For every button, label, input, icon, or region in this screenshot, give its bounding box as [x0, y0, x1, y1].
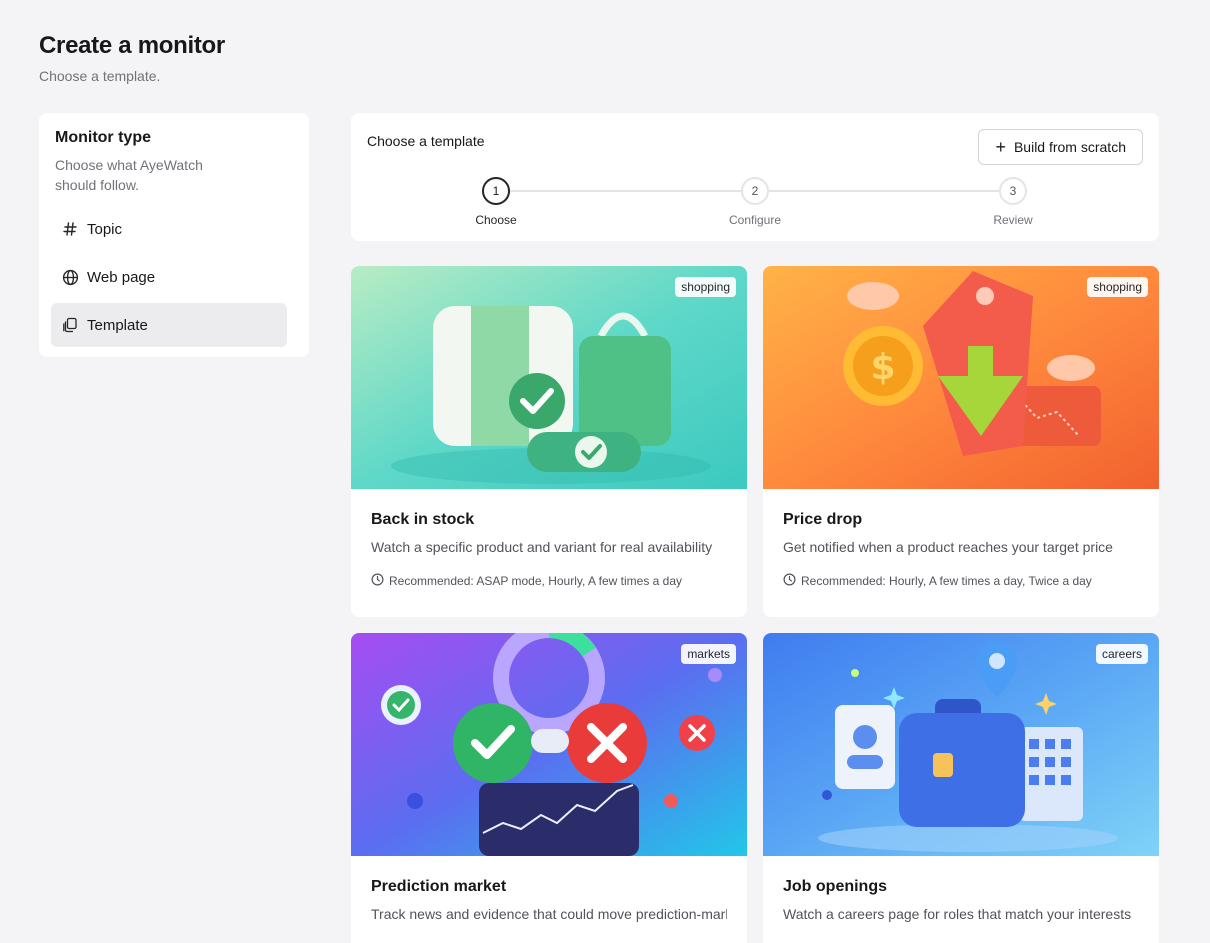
- step-review[interactable]: 3 Review: [963, 177, 1063, 227]
- step-configure[interactable]: 2 Configure: [705, 177, 805, 227]
- card-tag: shopping: [675, 277, 736, 297]
- sidebar-list: Topic Web page Template: [51, 207, 293, 347]
- sidebar-item-label: Template: [87, 316, 148, 334]
- sidebar-item-label: Topic: [87, 220, 123, 238]
- step-number: 1: [482, 177, 510, 205]
- card-tag: careers: [1095, 644, 1148, 664]
- monitor-type-sidebar: Monitor type Choose what AyeWatch should…: [39, 113, 309, 357]
- card-description: Track news and evidence that could move …: [371, 906, 727, 922]
- clock-icon: [783, 573, 796, 589]
- template-card-back-in-stock[interactable]: shopping Back in stock Watch a specific …: [351, 266, 747, 617]
- build-button-label: Build from scratch: [1013, 139, 1126, 155]
- prediction-market-illustration: markets: [351, 633, 747, 856]
- template-card-job-openings[interactable]: careers Job openings Watch a careers pag…: [763, 633, 1159, 943]
- sidebar-item-template[interactable]: Template: [51, 303, 287, 347]
- recommendation-text: Recommended: Hourly, A few times a day, …: [801, 574, 1092, 588]
- card-recommendation: Recommended: ASAP mode, Hourly, A few ti…: [371, 573, 727, 589]
- sidebar-item-topic[interactable]: Topic: [51, 207, 287, 251]
- page-subtitle: Choose a template.: [39, 68, 161, 84]
- sidebar-title: Monitor type: [55, 129, 151, 146]
- step-number: 3: [999, 177, 1027, 205]
- recommendation-text: Recommended: ASAP mode, Hourly, A few ti…: [389, 574, 683, 588]
- plus-icon: +: [995, 137, 1006, 157]
- sidebar-item-web-page[interactable]: Web page: [51, 255, 287, 299]
- card-title: Job openings: [783, 878, 887, 895]
- card-title: Price drop: [783, 511, 863, 528]
- card-recommendation: Recommended: Hourly, A few times a day, …: [783, 573, 1139, 589]
- build-from-scratch-button[interactable]: + Build from scratch: [978, 129, 1143, 165]
- card-tag: markets: [681, 644, 736, 664]
- template-card-price-drop[interactable]: $ shopping Price drop Get notified when …: [763, 266, 1159, 617]
- step-label: Choose: [475, 213, 517, 227]
- clock-icon: [371, 573, 384, 589]
- hash-icon: [61, 220, 79, 238]
- stepper-title: Choose a template: [367, 133, 485, 149]
- page-title: Create a monitor: [39, 32, 225, 59]
- step-label: Review: [993, 213, 1033, 227]
- card-tag: shopping: [1087, 277, 1148, 297]
- price-drop-illustration: $ shopping: [763, 266, 1159, 489]
- template-stepper-panel: Choose a template + Build from scratch 1…: [351, 113, 1159, 241]
- sidebar-item-label: Web page: [87, 268, 156, 286]
- card-description: Get notified when a product reaches your…: [783, 539, 1113, 555]
- card-description: Watch a specific product and variant for…: [371, 539, 713, 555]
- job-openings-illustration: careers: [763, 633, 1159, 856]
- sidebar-description: Choose what AyeWatch should follow.: [55, 157, 203, 193]
- back-in-stock-illustration: shopping: [351, 266, 747, 489]
- step-label: Configure: [728, 213, 782, 227]
- copy-icon: [61, 316, 79, 334]
- card-title: Back in stock: [371, 511, 475, 528]
- globe-icon: [61, 268, 79, 286]
- template-card-prediction-market[interactable]: markets Prediction market Track news and…: [351, 633, 747, 943]
- card-description: Watch a careers page for roles that matc…: [783, 906, 1132, 922]
- card-title: Prediction market: [371, 878, 507, 895]
- step-number: 2: [741, 177, 769, 205]
- svg-text:$: $: [870, 347, 895, 388]
- step-choose[interactable]: 1 Choose: [446, 177, 546, 227]
